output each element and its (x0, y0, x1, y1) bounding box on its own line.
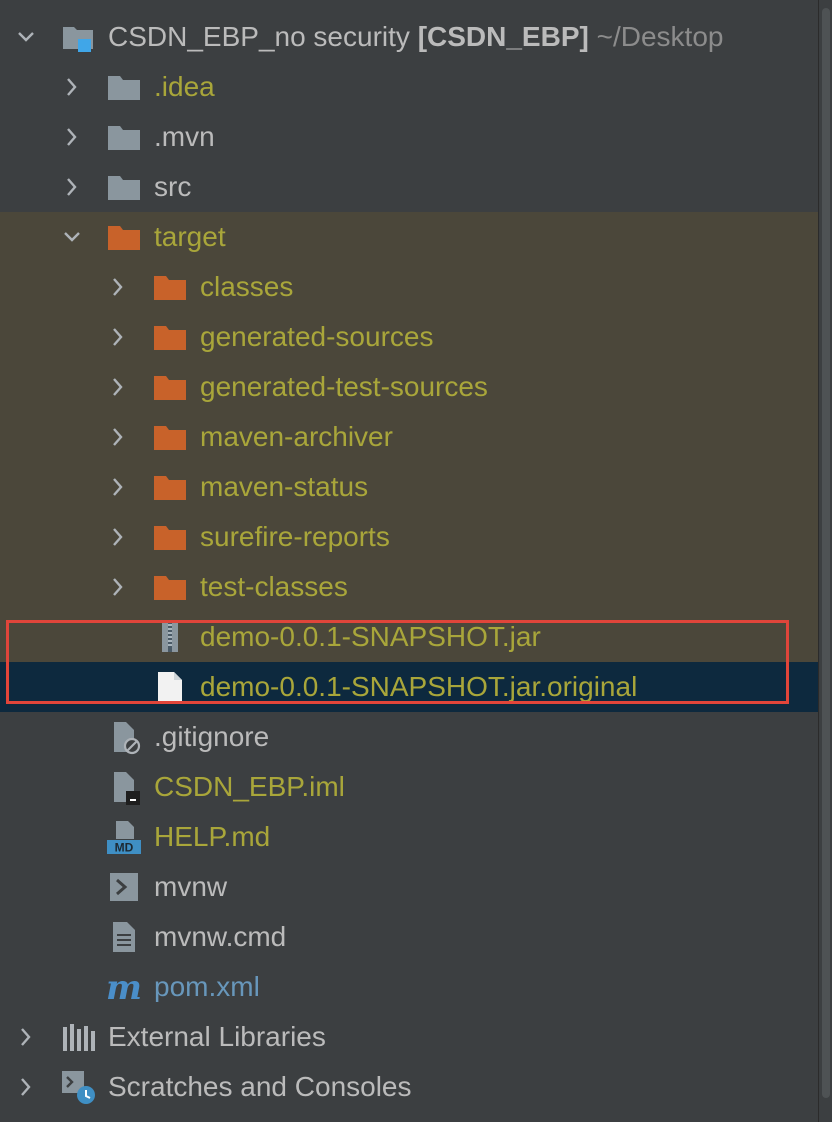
folder-icon (106, 69, 142, 105)
project-path: ~/Desktop (596, 21, 724, 52)
module-file-icon (106, 769, 142, 805)
chevron-right-icon[interactable] (104, 423, 132, 451)
archive-icon (152, 619, 188, 655)
tree-label: maven-archiver (200, 421, 393, 452)
excluded-folder-icon (152, 569, 188, 605)
tree-row-pom[interactable]: m pom.xml (0, 962, 818, 1012)
tree-row-scratches[interactable]: Scratches and Consoles (0, 1062, 818, 1112)
chevron-right-icon[interactable] (104, 273, 132, 301)
tree-label: .mvn (154, 121, 215, 152)
chevron-right-icon[interactable] (104, 323, 132, 351)
chevron-right-icon[interactable] (104, 523, 132, 551)
chevron-right-icon[interactable] (58, 123, 86, 151)
project-module: [CSDN_EBP] (417, 21, 589, 52)
excluded-folder-icon (152, 269, 188, 305)
vertical-scrollbar[interactable] (818, 0, 832, 1122)
chevron-right-icon[interactable] (12, 1023, 40, 1051)
panel-top-edge (0, 0, 818, 8)
chevron-right-icon[interactable] (58, 173, 86, 201)
svg-text:MD: MD (115, 841, 134, 855)
tree-label: src (154, 171, 192, 202)
tree-label: test-classes (200, 571, 348, 602)
tree-row-mvnw[interactable]: mvnw (0, 862, 818, 912)
shell-script-icon (106, 869, 142, 905)
tree-label: demo-0.0.1-SNAPSHOT.jar.original (200, 671, 638, 702)
excluded-folder-icon (152, 419, 188, 455)
tree-row-gitignore[interactable]: .gitignore (0, 712, 818, 762)
tree-label: generated-test-sources (200, 371, 488, 402)
tree-row-help[interactable]: MD HELP.md (0, 812, 818, 862)
excluded-folder-icon (152, 319, 188, 355)
tree-row-iml[interactable]: CSDN_EBP.iml (0, 762, 818, 812)
project-name: CSDN_EBP_no security (108, 21, 410, 52)
project-tree[interactable]: CSDN_EBP_no security [CSDN_EBP] ~/Deskto… (0, 12, 818, 1112)
svg-text:m: m (106, 969, 142, 1005)
tree-row-maven-status[interactable]: maven-status (0, 462, 818, 512)
library-icon (60, 1019, 96, 1055)
tree-row-surefire-reports[interactable]: surefire-reports (0, 512, 818, 562)
tree-row-generated-sources[interactable]: generated-sources (0, 312, 818, 362)
tree-row-src[interactable]: src (0, 162, 818, 212)
tree-label: target (154, 221, 226, 252)
tree-label: classes (200, 271, 294, 302)
chevron-right-icon[interactable] (58, 73, 86, 101)
tree-label: demo-0.0.1-SNAPSHOT.jar (200, 621, 541, 652)
tree-label: CSDN_EBP.iml (154, 771, 345, 802)
folder-icon (106, 169, 142, 205)
tree-row-classes[interactable]: classes (0, 262, 818, 312)
tree-label: Scratches and Consoles (108, 1071, 412, 1102)
chevron-down-icon[interactable] (12, 23, 40, 51)
tree-row-jar-original[interactable]: demo-0.0.1-SNAPSHOT.jar.original (0, 662, 818, 712)
chevron-right-icon[interactable] (12, 1073, 40, 1101)
text-file-icon (106, 919, 142, 955)
tree-row-jar[interactable]: demo-0.0.1-SNAPSHOT.jar (0, 612, 818, 662)
chevron-right-icon[interactable] (104, 373, 132, 401)
chevron-right-icon[interactable] (104, 573, 132, 601)
tree-label: maven-status (200, 471, 369, 502)
text-file-icon (152, 669, 188, 705)
tree-label: .gitignore (154, 721, 270, 752)
tree-row-target[interactable]: target (0, 212, 818, 262)
tree-label: surefire-reports (200, 521, 390, 552)
maven-icon: m (106, 969, 142, 1005)
scrollbar-thumb[interactable] (822, 8, 830, 1098)
chevron-down-icon[interactable] (58, 223, 86, 251)
excluded-folder-icon (106, 219, 142, 255)
tree-label: generated-sources (200, 321, 434, 352)
tree-row-mvn[interactable]: .mvn (0, 112, 818, 162)
markdown-file-icon: MD (106, 819, 142, 855)
tree-label: mvnw.cmd (154, 921, 287, 952)
chevron-right-icon[interactable] (104, 473, 132, 501)
ignored-file-icon (106, 719, 142, 755)
excluded-folder-icon (152, 369, 188, 405)
tree-label: .idea (154, 71, 215, 102)
tree-row-project-root[interactable]: CSDN_EBP_no security [CSDN_EBP] ~/Deskto… (0, 12, 818, 62)
tree-label: pom.xml (154, 971, 260, 1002)
tree-row-generated-test-sources[interactable]: generated-test-sources (0, 362, 818, 412)
excluded-folder-icon (152, 519, 188, 555)
tree-label: HELP.md (154, 821, 271, 852)
tree-label: mvnw (154, 871, 228, 902)
module-folder-icon (60, 19, 96, 55)
tree-row-external-libraries[interactable]: External Libraries (0, 1012, 818, 1062)
scratches-icon (60, 1069, 96, 1105)
folder-icon (106, 119, 142, 155)
tree-row-idea[interactable]: .idea (0, 62, 818, 112)
tree-row-maven-archiver[interactable]: maven-archiver (0, 412, 818, 462)
tree-row-test-classes[interactable]: test-classes (0, 562, 818, 612)
tree-label: External Libraries (108, 1021, 326, 1052)
excluded-folder-icon (152, 469, 188, 505)
tree-row-mvnw-cmd[interactable]: mvnw.cmd (0, 912, 818, 962)
